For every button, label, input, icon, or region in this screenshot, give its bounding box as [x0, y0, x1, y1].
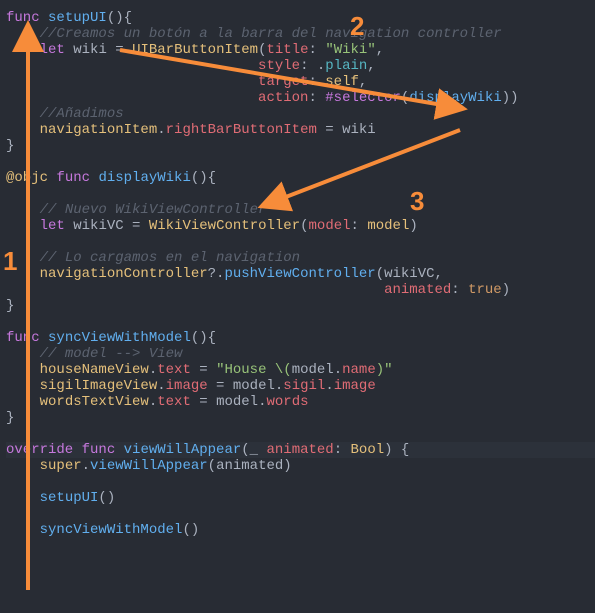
code-line: navigationController?.pushViewController…	[6, 266, 443, 282]
code-line: }	[6, 138, 14, 154]
code-line: houseNameView.text = "House \(model.name…	[6, 362, 393, 378]
code-line: let wikiVC = WikiViewController(model: m…	[6, 218, 418, 234]
code-line: override func viewWillAppear(_ animated:…	[6, 442, 595, 458]
code-line: // model --> View	[6, 346, 182, 362]
code-line: @objc func displayWiki(){	[6, 170, 216, 186]
code-line: setupUI()	[6, 490, 115, 506]
code-line: //Creamos un botón a la barra del naviga…	[6, 26, 502, 42]
code-line: func syncViewWithModel(){	[6, 330, 216, 346]
code-line: //Añadimos	[6, 106, 124, 122]
code-line: wordsTextView.text = model.words	[6, 394, 309, 410]
code-line: // Lo cargamos en el navigation	[6, 250, 300, 266]
code-line: navigationItem.rightBarButtonItem = wiki	[6, 122, 376, 138]
code-line: }	[6, 298, 14, 314]
code-line: syncViewWithModel()	[6, 522, 199, 538]
code-line: target: self,	[6, 74, 367, 90]
code-line: let wiki = UIBarButtonItem(title: "Wiki"…	[6, 42, 384, 58]
code-line: func setupUI(){	[6, 10, 132, 26]
code-line: // Nuevo WikiViewController	[6, 202, 266, 218]
code-block: func setupUI(){ //Creamos un botón a la …	[0, 0, 595, 538]
code-line: style: .plain,	[6, 58, 376, 74]
code-line: sigilImageView.image = model.sigil.image	[6, 378, 376, 394]
code-line: super.viewWillAppear(animated)	[6, 458, 292, 474]
code-line: }	[6, 410, 14, 426]
code-line: animated: true)	[6, 282, 510, 298]
code-line: action: #selector(displayWiki))	[6, 90, 519, 106]
